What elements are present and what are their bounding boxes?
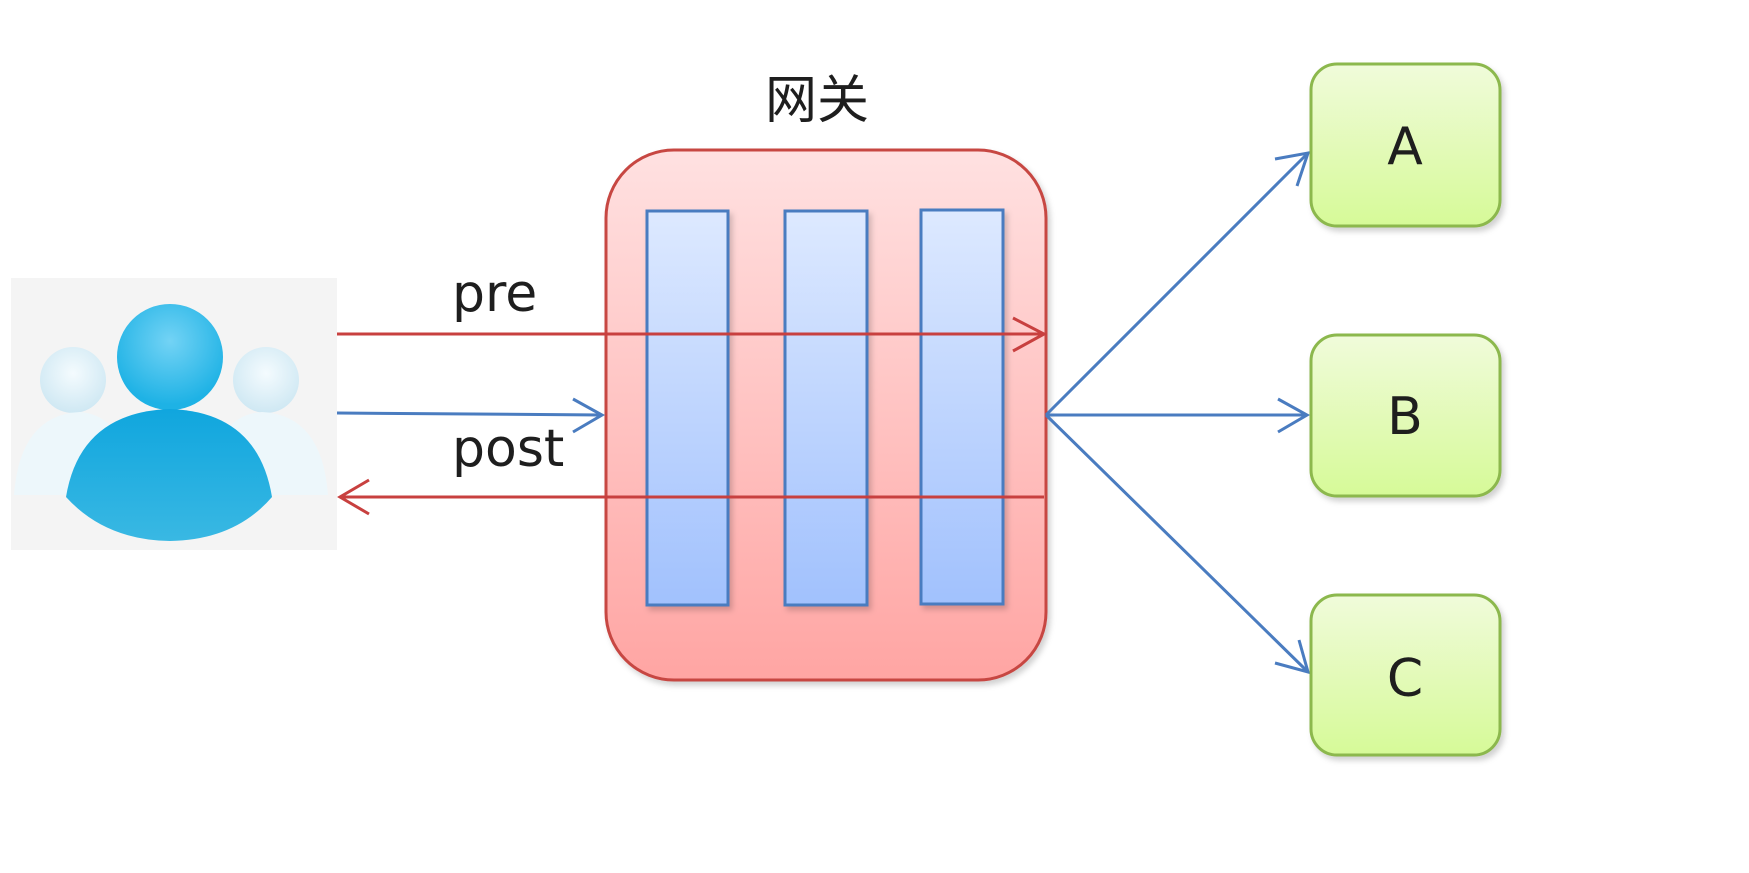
service-b: B bbox=[1309, 333, 1502, 498]
filter-chain bbox=[645, 208, 1005, 607]
client-users-icon bbox=[11, 278, 337, 550]
route-arrow-a bbox=[1044, 151, 1311, 417]
service-c-label: C bbox=[1387, 649, 1423, 709]
filter-1 bbox=[645, 209, 730, 607]
route-arrow-b bbox=[1046, 397, 1311, 434]
gateway-filter-diagram: 网关 pre post A B C bbox=[11, 62, 1502, 757]
route-arrow-c bbox=[1044, 413, 1311, 675]
filter-3 bbox=[919, 208, 1005, 606]
service-a-label: A bbox=[1387, 117, 1423, 177]
service-b-label: B bbox=[1387, 387, 1423, 447]
service-c: C bbox=[1309, 593, 1502, 757]
gateway-title: 网关 bbox=[765, 71, 869, 131]
service-a: A bbox=[1309, 62, 1502, 228]
post-label: post bbox=[452, 419, 564, 479]
gateway: 网关 bbox=[604, 71, 1048, 682]
pre-label: pre bbox=[452, 264, 537, 324]
filter-2 bbox=[783, 209, 869, 607]
